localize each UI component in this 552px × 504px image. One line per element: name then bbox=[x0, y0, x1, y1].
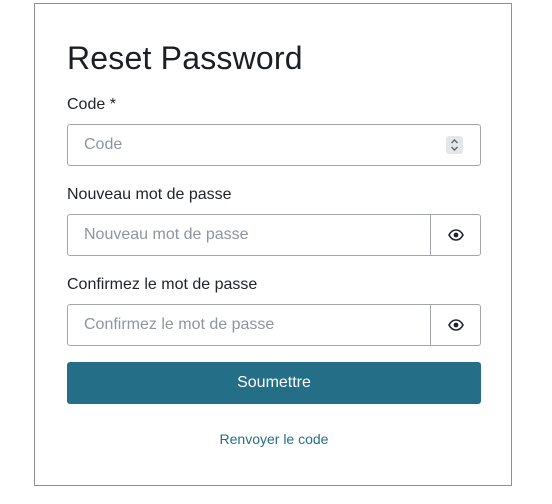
spinner-arrows-icon bbox=[451, 139, 458, 151]
confirm-password-label: Confirmez le mot de passe bbox=[67, 276, 258, 293]
reset-password-card: Reset Password Code * Nouveau mot de pas… bbox=[34, 3, 512, 486]
submit-button[interactable]: Soumettre bbox=[67, 362, 481, 404]
code-input[interactable] bbox=[67, 124, 481, 166]
resend-code-link[interactable]: Renvoyer le code bbox=[67, 430, 481, 448]
confirm-password-input[interactable] bbox=[67, 304, 431, 346]
new-password-label: Nouveau mot de passe bbox=[67, 186, 232, 203]
toggle-new-password-visibility-button[interactable] bbox=[430, 214, 481, 256]
eye-icon bbox=[447, 229, 464, 241]
page-title: Reset Password bbox=[67, 40, 303, 76]
number-spinner[interactable] bbox=[446, 136, 463, 154]
toggle-confirm-password-visibility-button[interactable] bbox=[430, 304, 481, 346]
eye-icon bbox=[447, 319, 464, 331]
code-label: Code * bbox=[67, 96, 116, 113]
new-password-input[interactable] bbox=[67, 214, 431, 256]
